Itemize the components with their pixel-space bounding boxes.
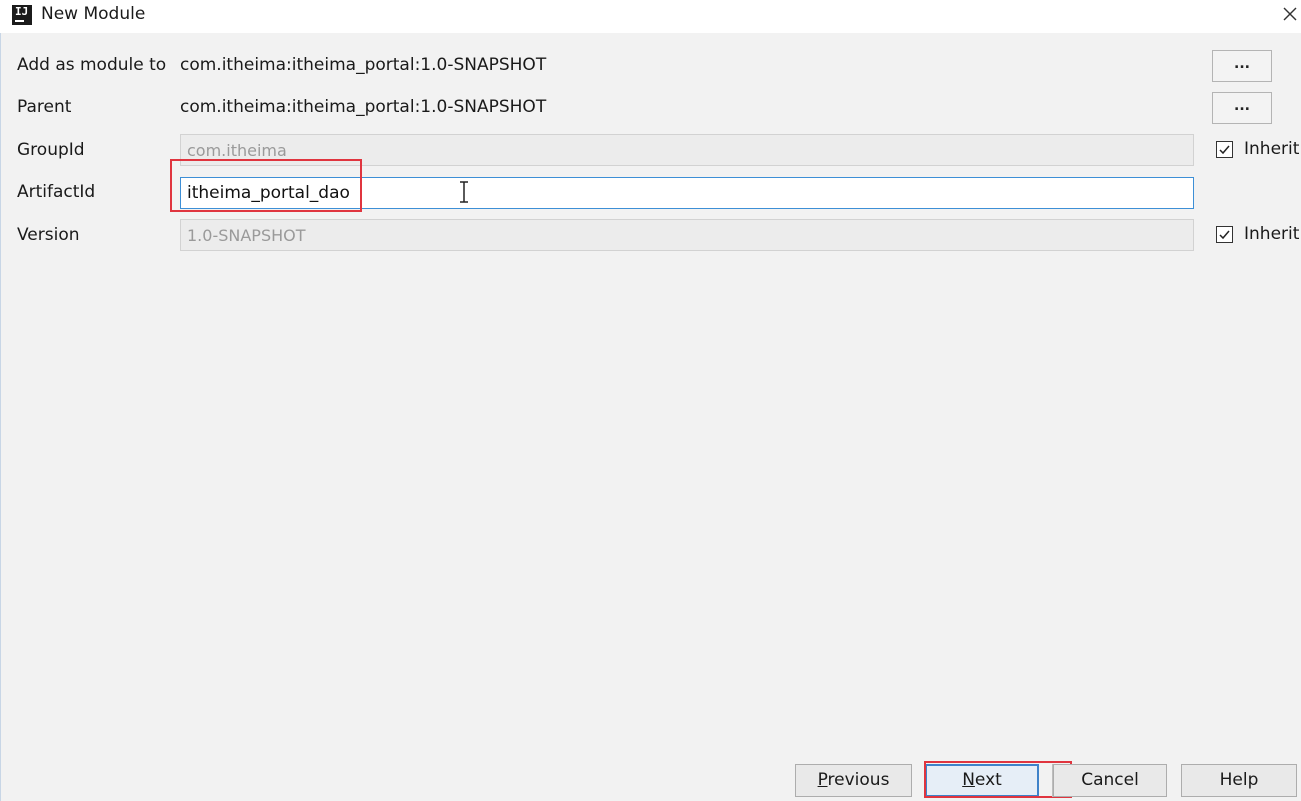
add-as-module-to-label: Add as module to [17,55,167,75]
previous-mnemonic: P [817,770,828,790]
group-id-inherit-label: Inherit [1244,139,1300,159]
version-input[interactable] [180,219,1194,251]
add-as-module-to-value: com.itheima:itheima_portal:1.0-SNAPSHOT [180,55,547,75]
app-icon-letters: IJ [15,5,29,18]
version-inherit-box[interactable] [1216,225,1233,243]
window-title: New Module [41,4,146,24]
text-cursor-icon [460,181,468,203]
parent-value: com.itheima:itheima_portal:1.0-SNAPSHOT [180,97,547,117]
checkmark-icon [1219,230,1230,239]
help-button[interactable]: Help [1181,764,1297,797]
version-inherit-label: Inherit [1244,224,1300,244]
previous-button[interactable]: Previous [795,764,912,797]
group-id-inherit-checkbox[interactable]: Inherit [1216,138,1299,160]
window-edge [0,33,1,801]
artifact-id-label: ArtifactId [17,182,96,202]
checkmark-icon [1219,145,1230,154]
close-icon [1283,7,1297,21]
add-as-module-to-browse-button[interactable]: ... [1212,50,1272,82]
intellij-app-icon: IJ [12,5,32,25]
previous-label: revious [827,770,890,790]
group-id-label: GroupId [17,140,85,160]
parent-label: Parent [17,97,72,117]
version-label: Version [17,225,80,245]
artifact-id-highlight [170,159,362,212]
version-inherit-checkbox[interactable]: Inherit [1216,223,1299,245]
parent-browse-button[interactable]: ... [1212,92,1272,124]
title-bar: IJ New Module [0,0,1301,33]
close-button[interactable] [1280,2,1301,28]
cancel-button[interactable]: Cancel [1053,764,1167,797]
next-highlight [924,761,1072,798]
group-id-inherit-box[interactable] [1216,140,1233,158]
